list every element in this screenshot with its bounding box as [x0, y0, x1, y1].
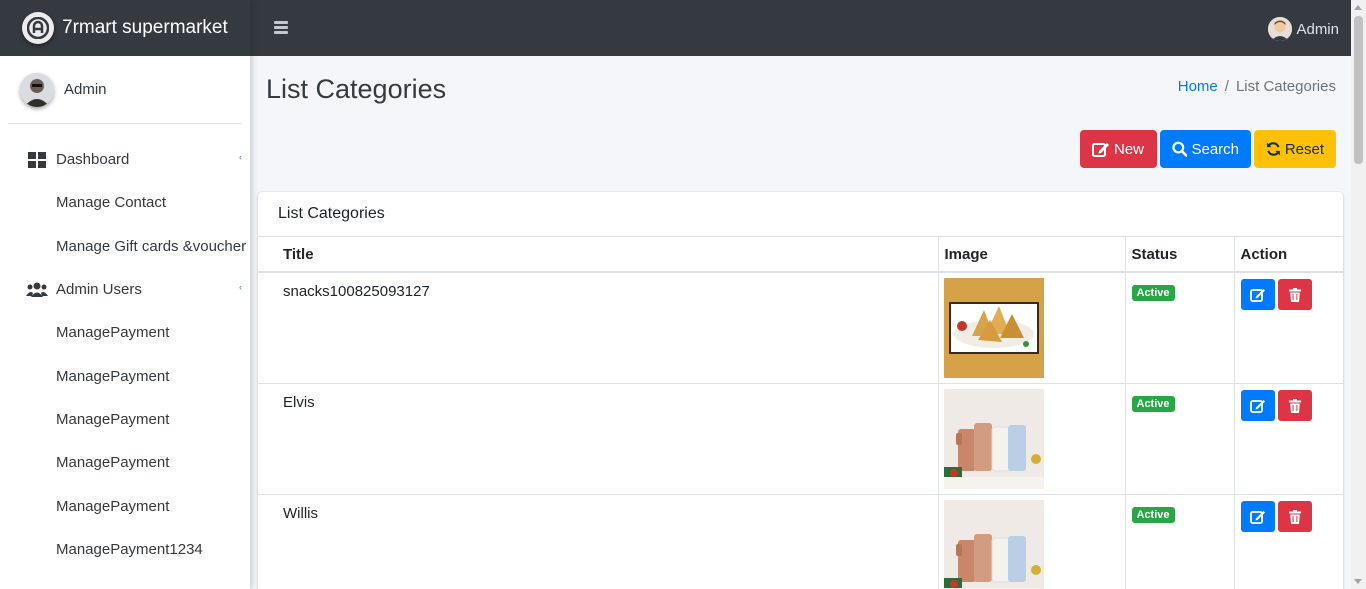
table-header-row: Title Image Status Action — [258, 237, 1343, 273]
row-status-cell: Active — [1125, 494, 1235, 589]
brand-link[interactable]: 7rmart supermarket — [0, 0, 250, 56]
page-scrollbar[interactable] — [1351, 0, 1366, 589]
categories-table: Title Image Status Action snacks10082509… — [258, 237, 1343, 589]
edit-row-button[interactable] — [1240, 279, 1275, 310]
tumblers-photo — [943, 500, 1044, 589]
sidebar-item-label: ManagePayment — [56, 410, 170, 428]
avatar — [20, 72, 54, 107]
column-header-title[interactable]: Title — [258, 237, 939, 273]
edit-icon — [1249, 400, 1265, 413]
row-image-cell — [938, 383, 1126, 495]
sidebar-item-dashboard[interactable]: Dashboard ‹ — [0, 138, 250, 181]
dashboard-icon — [26, 151, 48, 169]
breadcrumb-home-link[interactable]: Home — [1178, 78, 1218, 95]
column-header-action[interactable]: Action — [1234, 237, 1343, 273]
sidebar-item-admin-users[interactable]: Admin Users ‹ — [0, 268, 250, 311]
sidebar-item-manage-gift-cards[interactable]: Manage Gift cards &voucher — [0, 225, 250, 268]
sidebar-user-name: Admin — [64, 81, 107, 98]
delete-row-button[interactable] — [1277, 501, 1312, 532]
edit-icon — [1249, 289, 1265, 302]
scroll-down-icon[interactable] — [1354, 579, 1362, 584]
samosa-photo — [943, 278, 1044, 378]
new-button[interactable]: New — [1080, 130, 1157, 168]
table-row: snacks100825093127 Active — [258, 272, 1343, 384]
edit-row-button[interactable] — [1240, 501, 1275, 532]
reset-button[interactable]: Reset — [1254, 130, 1336, 168]
row-status-cell: Active — [1125, 383, 1235, 495]
chevron-left-icon: ‹ — [239, 152, 242, 162]
action-toolbar: New Search Reset — [1080, 130, 1336, 168]
scrollbar-thumb[interactable] — [1354, 16, 1363, 164]
sidebar-item-label: ManagePayment — [56, 454, 170, 472]
chevron-left-icon: ‹ — [239, 281, 242, 292]
sidebar-item-managepayment[interactable]: ManagePayment — [0, 484, 250, 527]
tumblers-photo — [943, 389, 1044, 489]
sync-icon — [1266, 142, 1280, 156]
brand-logo-icon — [22, 12, 54, 44]
status-badge: Active — [1131, 507, 1175, 523]
row-title: snacks100825093127 — [258, 272, 939, 384]
trash-icon — [1288, 509, 1301, 524]
categories-card: List Categories Title Image Status Actio… — [258, 192, 1343, 589]
status-badge: Active — [1131, 396, 1175, 412]
sidebar-item-label: Dashboard — [56, 151, 130, 169]
sidebar-item-label: Manage Gift cards &voucher — [56, 237, 247, 255]
page-title: List Categories — [266, 74, 447, 104]
search-icon — [1172, 141, 1188, 157]
breadcrumb: Home / List Categories — [1178, 78, 1336, 95]
sidebar-item-label: ManagePayment — [56, 324, 170, 342]
search-button[interactable]: Search — [1160, 130, 1251, 168]
edit-row-button[interactable] — [1240, 390, 1275, 421]
top-user-name: Admin — [1296, 20, 1339, 38]
row-action-cell — [1234, 494, 1343, 589]
status-badge: Active — [1131, 285, 1175, 301]
breadcrumb-current: List Categories — [1235, 78, 1336, 95]
breadcrumb-separator: / — [1224, 78, 1229, 95]
row-status-cell: Active — [1125, 272, 1235, 384]
sidebar-item-label: ManagePayment1234 — [56, 540, 203, 558]
card-title: List Categories — [258, 192, 1343, 237]
sidebar-item-managepayment[interactable]: ManagePayment — [0, 311, 250, 354]
trash-icon — [1288, 398, 1301, 413]
trash-icon — [1288, 287, 1301, 302]
sidebar: 7rmart supermarket Admin Dashboard ‹ Man… — [0, 0, 250, 589]
scroll-up-icon[interactable] — [1354, 5, 1362, 10]
sidebar-item-label: Manage Contact — [56, 194, 167, 212]
sidebar-item-managepayment[interactable]: ManagePayment — [0, 441, 250, 484]
sidebar-item-label: ManagePayment — [56, 367, 170, 385]
users-icon — [26, 281, 48, 299]
sidebar-item-label: ManagePayment — [56, 497, 170, 515]
delete-row-button[interactable] — [1277, 390, 1312, 421]
row-title: Elvis — [258, 383, 939, 495]
row-action-cell — [1234, 383, 1343, 495]
brand-name: 7rmart supermarket — [62, 17, 228, 38]
table-row: Elvis Active — [258, 383, 1343, 495]
menu-toggle-icon[interactable] — [274, 21, 288, 34]
sidebar-item-label: Admin Users — [56, 281, 142, 299]
sidebar-item-manage-contact[interactable]: Manage Contact — [0, 181, 250, 224]
new-button-label: New — [1114, 140, 1145, 158]
main-content: List Categories Home / List Categories New… — [250, 56, 1351, 589]
delete-row-button[interactable] — [1277, 279, 1312, 310]
avatar — [1268, 17, 1293, 41]
sidebar-item-managepayment[interactable]: ManagePayment — [0, 398, 250, 441]
row-image-cell — [938, 494, 1126, 589]
sidebar-user-panel[interactable]: Admin — [8, 56, 242, 124]
search-button-label: Search — [1191, 140, 1239, 158]
top-navbar: Admin — [250, 0, 1351, 56]
column-header-image[interactable]: Image — [938, 237, 1126, 273]
row-action-cell — [1234, 272, 1343, 384]
row-title: Willis — [258, 494, 939, 589]
column-header-status[interactable]: Status — [1125, 237, 1235, 273]
edit-icon — [1092, 143, 1109, 157]
table-row: Willis Active — [258, 494, 1343, 589]
row-image-cell — [938, 272, 1126, 384]
edit-icon — [1249, 511, 1265, 524]
reset-button-label: Reset — [1284, 140, 1324, 158]
top-user-menu[interactable]: Admin — [1268, 17, 1339, 41]
sidebar-item-managepayment[interactable]: ManagePayment — [0, 354, 250, 397]
sidebar-item-managepayment1234[interactable]: ManagePayment1234 — [0, 528, 250, 571]
sidebar-nav: Dashboard ‹ Manage Contact Manage Gift c… — [0, 124, 250, 571]
